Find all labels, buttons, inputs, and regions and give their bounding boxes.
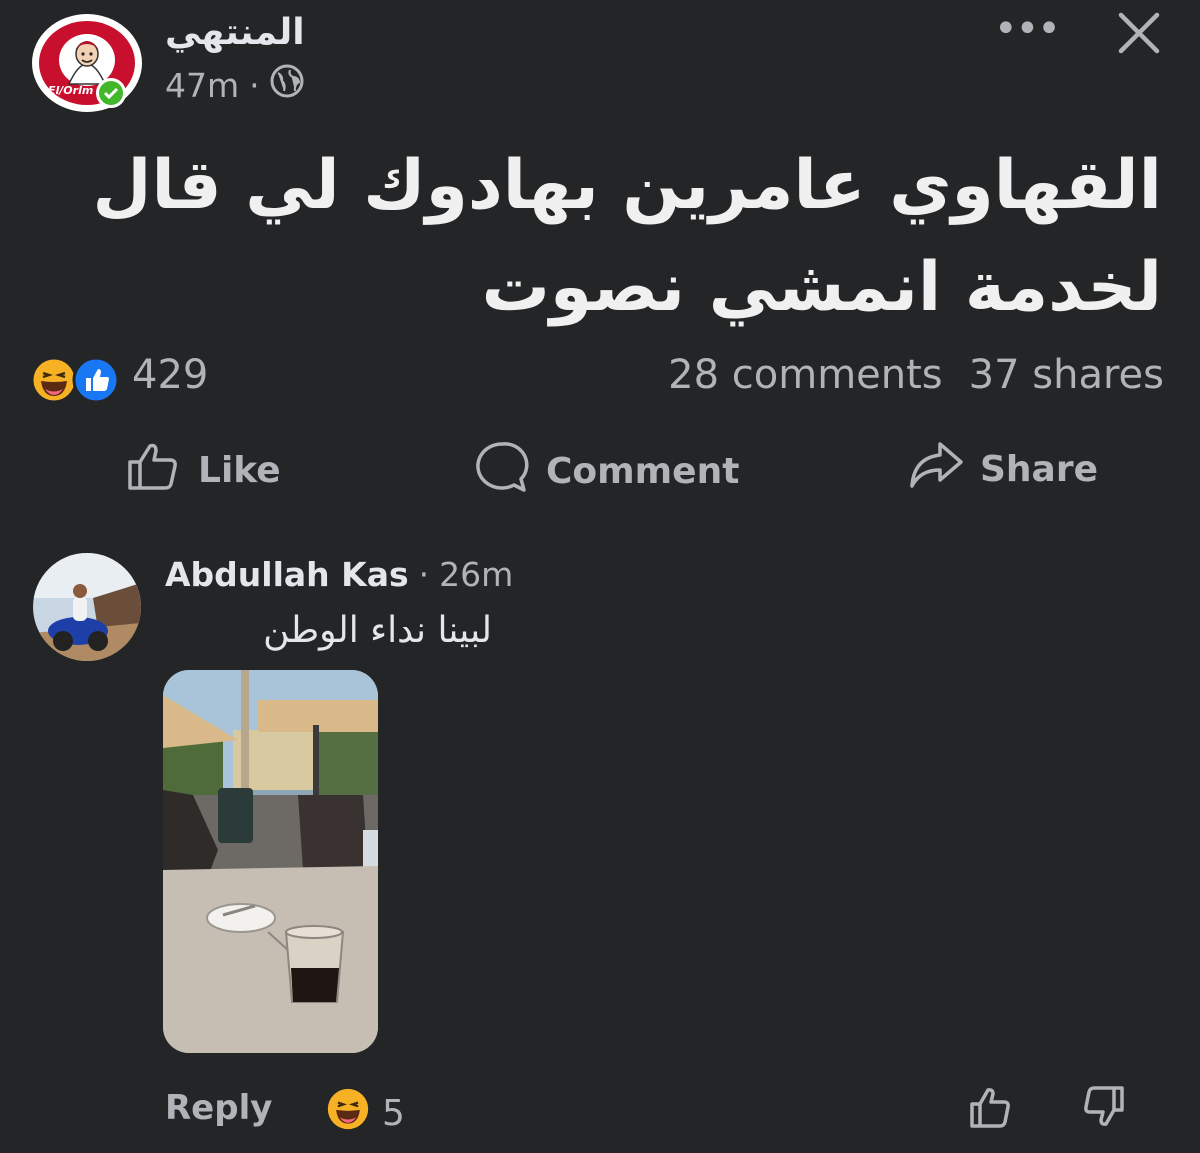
like-label: Like: [198, 450, 281, 491]
haha-icon: [30, 356, 78, 408]
page-name[interactable]: المنتهي: [165, 12, 305, 53]
post-meta: 47m ·: [165, 64, 304, 106]
comment-header: Abdullah Kas · 26m: [165, 555, 513, 594]
comment-time[interactable]: 26m: [439, 555, 513, 594]
post-text-line-1: القهاوي عامرين بهادوك لي قال: [92, 146, 1162, 225]
share-label: Share: [980, 449, 1099, 490]
close-icon[interactable]: [1116, 10, 1162, 56]
page-logo-text: El/Orlm: [48, 84, 94, 97]
post-text: القهاوي عامرين بهادوك لي قال لخدمة انمشي…: [62, 135, 1162, 339]
comment-separator: ·: [418, 555, 430, 594]
haha-icon: [326, 1087, 370, 1140]
post-text-line-2: لخدمة انمشي نصوت: [481, 248, 1162, 327]
comment-reaction-count: 5: [382, 1093, 405, 1134]
thumbs-up-icon: [126, 440, 182, 501]
page-avatar[interactable]: [32, 14, 142, 112]
shares-count[interactable]: 37 shares: [969, 352, 1164, 398]
post-time[interactable]: 47m: [165, 66, 239, 105]
globe-icon: [270, 64, 304, 106]
reaction-icons[interactable]: [30, 356, 120, 408]
comment-button[interactable]: Comment: [474, 440, 739, 503]
upvote-icon[interactable]: [968, 1084, 1014, 1130]
comment-bubble-icon: [474, 440, 530, 503]
comment-label: Comment: [546, 451, 740, 492]
reply-button[interactable]: Reply: [165, 1088, 272, 1128]
comment-author[interactable]: Abdullah Kas: [165, 555, 409, 594]
reaction-count[interactable]: 429: [132, 352, 208, 398]
comments-count[interactable]: 28 comments: [668, 352, 943, 398]
commenter-avatar[interactable]: [33, 553, 141, 661]
share-button[interactable]: Share: [908, 440, 1098, 499]
like-button[interactable]: Like: [126, 440, 281, 501]
comment-photo[interactable]: [163, 670, 378, 1053]
more-options-icon[interactable]: •••: [994, 6, 1061, 52]
downvote-icon[interactable]: [1080, 1084, 1126, 1130]
like-icon: [72, 356, 120, 408]
comment-text: لبينا نداء الوطن: [263, 610, 492, 651]
engagement-counts: 28 comments 37 shares: [668, 352, 1164, 398]
meta-separator: ·: [249, 65, 260, 105]
comment-reactions[interactable]: 5: [326, 1087, 405, 1140]
share-arrow-icon: [908, 440, 964, 499]
verified-icon: [96, 78, 126, 108]
